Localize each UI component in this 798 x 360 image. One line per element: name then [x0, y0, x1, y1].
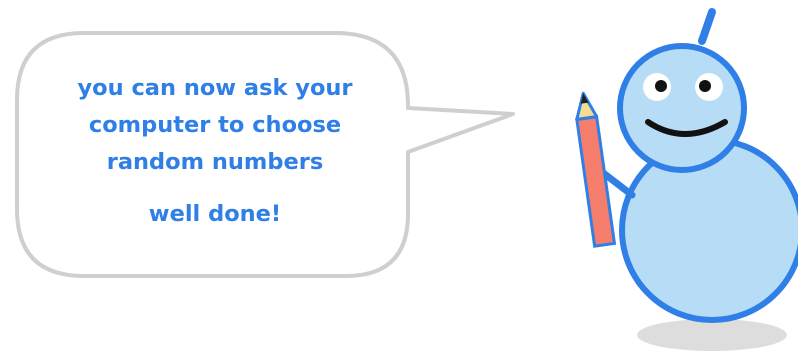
- pencil-icon: [575, 91, 617, 248]
- robot-head: [617, 43, 747, 173]
- robot-shadow: [637, 319, 787, 351]
- message-line-3: random numbers: [106, 149, 324, 175]
- message-line-1: you can now ask your: [77, 75, 353, 101]
- message-line-2: computer to choose: [88, 112, 342, 138]
- speech-bubble-text: you can now ask your computer to choose …: [20, 70, 410, 229]
- tutorial-scene: you can now ask your computer to choose …: [0, 0, 798, 360]
- robot-body: [619, 137, 798, 323]
- praise-message: well done!: [148, 201, 282, 227]
- robot-antenna: [698, 8, 716, 45]
